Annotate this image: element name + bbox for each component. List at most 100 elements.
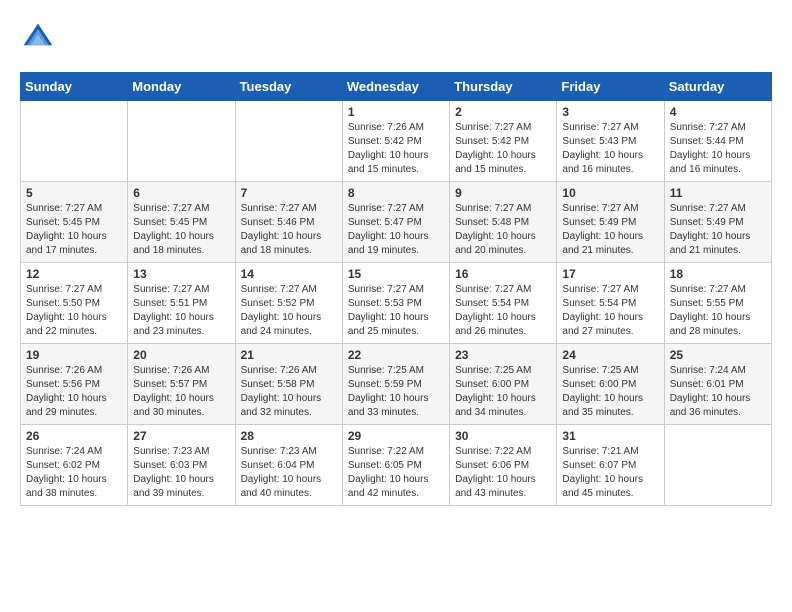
day-number: 25 [670, 348, 766, 362]
day-info: Sunrise: 7:24 AM Sunset: 6:02 PM Dayligh… [26, 445, 122, 501]
day-info: Sunrise: 7:27 AM Sunset: 5:45 PM Dayligh… [26, 202, 122, 258]
weekday-header: Monday [128, 73, 235, 101]
calendar-cell: 8 Sunrise: 7:27 AM Sunset: 5:47 PM Daylig… [342, 182, 449, 263]
calendar-cell [664, 425, 771, 506]
calendar-cell [128, 101, 235, 182]
day-info: Sunrise: 7:26 AM Sunset: 5:57 PM Dayligh… [133, 364, 229, 420]
day-number: 24 [562, 348, 658, 362]
calendar-cell: 31 Sunrise: 7:21 AM Sunset: 6:07 PM Dayli… [557, 425, 664, 506]
day-info: Sunrise: 7:27 AM Sunset: 5:46 PM Dayligh… [241, 202, 337, 258]
calendar-cell: 23Sunrise: 7:25 AM Sunset: 6:00 PM Dayli… [450, 344, 557, 425]
day-number: 31 [562, 429, 658, 443]
day-number: 20 [133, 348, 229, 362]
calendar-week-row: 12Sunrise: 7:27 AM Sunset: 5:50 PM Dayli… [21, 263, 772, 344]
calendar-week-row: 5 Sunrise: 7:27 AM Sunset: 5:45 PM Daylig… [21, 182, 772, 263]
calendar-cell: 6Sunrise: 7:27 AM Sunset: 5:45 PM Daylig… [128, 182, 235, 263]
calendar-cell: 16 Sunrise: 7:27 AM Sunset: 5:54 PM Dayli… [450, 263, 557, 344]
calendar-table: SundayMondayTuesdayWednesdayThursdayFrid… [20, 72, 772, 506]
calendar-cell: 15 Sunrise: 7:27 AM Sunset: 5:53 PM Dayli… [342, 263, 449, 344]
calendar-cell: 20 Sunrise: 7:26 AM Sunset: 5:57 PM Dayli… [128, 344, 235, 425]
day-info: Sunrise: 7:22 AM Sunset: 6:06 PM Dayligh… [455, 445, 551, 501]
day-info: Sunrise: 7:27 AM Sunset: 5:55 PM Dayligh… [670, 283, 766, 339]
calendar-cell: 28 Sunrise: 7:23 AM Sunset: 6:04 PM Dayli… [235, 425, 342, 506]
day-info: Sunrise: 7:27 AM Sunset: 5:54 PM Dayligh… [562, 283, 658, 339]
day-number: 21 [241, 348, 337, 362]
day-number: 10 [562, 186, 658, 200]
calendar-cell: 19 Sunrise: 7:26 AM Sunset: 5:56 PM Dayli… [21, 344, 128, 425]
day-info: Sunrise: 7:25 AM Sunset: 6:00 PM Dayligh… [562, 364, 658, 420]
day-info: Sunrise: 7:27 AM Sunset: 5:43 PM Dayligh… [562, 121, 658, 177]
calendar-week-row: 19 Sunrise: 7:26 AM Sunset: 5:56 PM Dayli… [21, 344, 772, 425]
calendar-cell: 21 Sunrise: 7:26 AM Sunset: 5:58 PM Dayli… [235, 344, 342, 425]
day-info: Sunrise: 7:27 AM Sunset: 5:51 PM Dayligh… [133, 283, 229, 339]
day-number: 12 [26, 267, 122, 281]
day-number: 14 [241, 267, 337, 281]
day-info: Sunrise: 7:26 AM Sunset: 5:58 PM Dayligh… [241, 364, 337, 420]
day-info: Sunrise: 7:23 AM Sunset: 6:03 PM Dayligh… [133, 445, 229, 501]
day-info: Sunrise: 7:27 AM Sunset: 5:47 PM Dayligh… [348, 202, 444, 258]
day-number: 19 [26, 348, 122, 362]
weekday-header: Saturday [664, 73, 771, 101]
day-info: Sunrise: 7:27 AM Sunset: 5:44 PM Dayligh… [670, 121, 766, 177]
day-info: Sunrise: 7:27 AM Sunset: 5:54 PM Dayligh… [455, 283, 551, 339]
logo-icon [20, 20, 56, 56]
day-info: Sunrise: 7:24 AM Sunset: 6:01 PM Dayligh… [670, 364, 766, 420]
day-info: Sunrise: 7:26 AM Sunset: 5:42 PM Dayligh… [348, 121, 444, 177]
calendar-cell [235, 101, 342, 182]
calendar-cell: 11 Sunrise: 7:27 AM Sunset: 5:49 PM Dayli… [664, 182, 771, 263]
day-number: 13 [133, 267, 229, 281]
day-number: 11 [670, 186, 766, 200]
day-info: Sunrise: 7:23 AM Sunset: 6:04 PM Dayligh… [241, 445, 337, 501]
day-info: Sunrise: 7:25 AM Sunset: 5:59 PM Dayligh… [348, 364, 444, 420]
day-number: 7 [241, 186, 337, 200]
day-info: Sunrise: 7:26 AM Sunset: 5:56 PM Dayligh… [26, 364, 122, 420]
calendar-cell: 4 Sunrise: 7:27 AM Sunset: 5:44 PM Daylig… [664, 101, 771, 182]
calendar-cell: 12Sunrise: 7:27 AM Sunset: 5:50 PM Dayli… [21, 263, 128, 344]
day-info: Sunrise: 7:27 AM Sunset: 5:53 PM Dayligh… [348, 283, 444, 339]
calendar-cell: 26Sunrise: 7:24 AM Sunset: 6:02 PM Dayli… [21, 425, 128, 506]
day-number: 16 [455, 267, 551, 281]
calendar-cell: 3 Sunrise: 7:27 AM Sunset: 5:43 PM Daylig… [557, 101, 664, 182]
day-number: 23 [455, 348, 551, 362]
weekday-header: Friday [557, 73, 664, 101]
calendar-cell [21, 101, 128, 182]
day-number: 8 [348, 186, 444, 200]
day-info: Sunrise: 7:27 AM Sunset: 5:48 PM Dayligh… [455, 202, 551, 258]
day-number: 15 [348, 267, 444, 281]
day-number: 17 [562, 267, 658, 281]
day-info: Sunrise: 7:27 AM Sunset: 5:49 PM Dayligh… [670, 202, 766, 258]
weekday-header: Sunday [21, 73, 128, 101]
calendar-cell: 10 Sunrise: 7:27 AM Sunset: 5:49 PM Dayli… [557, 182, 664, 263]
day-number: 3 [562, 105, 658, 119]
day-number: 4 [670, 105, 766, 119]
day-info: Sunrise: 7:27 AM Sunset: 5:42 PM Dayligh… [455, 121, 551, 177]
weekday-header: Wednesday [342, 73, 449, 101]
day-number: 18 [670, 267, 766, 281]
day-number: 29 [348, 429, 444, 443]
calendar-cell: 14 Sunrise: 7:27 AM Sunset: 5:52 PM Dayli… [235, 263, 342, 344]
page-header [20, 20, 772, 56]
day-number: 5 [26, 186, 122, 200]
calendar-cell: 13 Sunrise: 7:27 AM Sunset: 5:51 PM Dayli… [128, 263, 235, 344]
weekday-header: Thursday [450, 73, 557, 101]
calendar-week-row: 1 Sunrise: 7:26 AM Sunset: 5:42 PM Daylig… [21, 101, 772, 182]
calendar-cell: 7 Sunrise: 7:27 AM Sunset: 5:46 PM Daylig… [235, 182, 342, 263]
calendar-cell: 29 Sunrise: 7:22 AM Sunset: 6:05 PM Dayli… [342, 425, 449, 506]
day-number: 27 [133, 429, 229, 443]
day-info: Sunrise: 7:27 AM Sunset: 5:52 PM Dayligh… [241, 283, 337, 339]
calendar-cell: 9 Sunrise: 7:27 AM Sunset: 5:48 PM Daylig… [450, 182, 557, 263]
calendar-cell: 5 Sunrise: 7:27 AM Sunset: 5:45 PM Daylig… [21, 182, 128, 263]
calendar-header-row: SundayMondayTuesdayWednesdayThursdayFrid… [21, 73, 772, 101]
day-number: 28 [241, 429, 337, 443]
day-info: Sunrise: 7:22 AM Sunset: 6:05 PM Dayligh… [348, 445, 444, 501]
day-number: 22 [348, 348, 444, 362]
day-info: Sunrise: 7:27 AM Sunset: 5:49 PM Dayligh… [562, 202, 658, 258]
day-number: 1 [348, 105, 444, 119]
day-info: Sunrise: 7:21 AM Sunset: 6:07 PM Dayligh… [562, 445, 658, 501]
calendar-cell: 2 Sunrise: 7:27 AM Sunset: 5:42 PM Daylig… [450, 101, 557, 182]
calendar-cell: 27 Sunrise: 7:23 AM Sunset: 6:03 PM Dayli… [128, 425, 235, 506]
day-number: 9 [455, 186, 551, 200]
day-number: 2 [455, 105, 551, 119]
calendar-cell: 1 Sunrise: 7:26 AM Sunset: 5:42 PM Daylig… [342, 101, 449, 182]
day-number: 6 [133, 186, 229, 200]
